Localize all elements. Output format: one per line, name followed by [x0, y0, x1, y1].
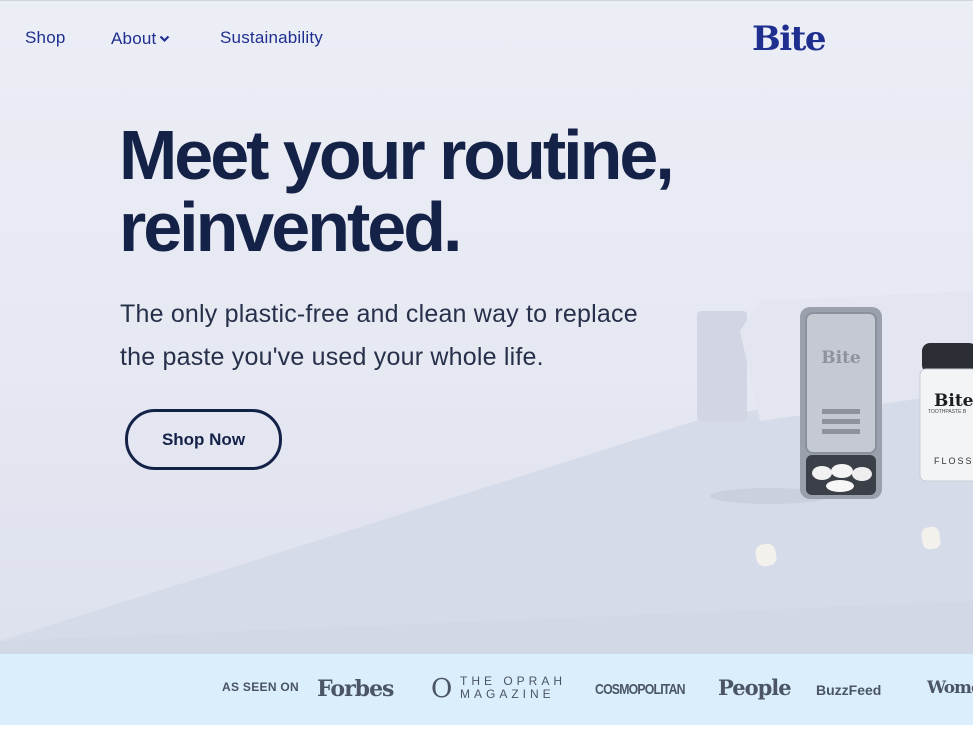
oprah-line1: THE OPRAH [460, 674, 567, 688]
product-image: Bite Bite TOOTHPASTE B FLOSS [710, 307, 973, 567]
forbes-logo: Forbes [317, 676, 394, 702]
hero-section: Shop About Sustainability Bite Meet your… [0, 0, 973, 654]
floss-jar: Bite TOOTHPASTE B FLOSS [919, 343, 973, 482]
hero-subheading: The only plastic-free and clean way to r… [120, 293, 700, 379]
shop-now-button[interactable]: Shop Now [125, 409, 282, 470]
press-bar: AS SEEN ON Forbes O THE OPRAH MAGAZINE CO… [0, 653, 973, 726]
womens-health-logo: Women's [927, 678, 973, 698]
hero-subheading-line2: the paste you've used your whole life. [120, 343, 544, 371]
oprah-line2: MAGAZINE [460, 687, 555, 701]
hero-subheading-line1: The only plastic-free and clean way to r… [120, 300, 638, 328]
floss-brand-text: Bite [934, 391, 973, 411]
floss-label-text: FLOSS [934, 456, 973, 466]
nav-sustainability-link[interactable]: Sustainability [220, 28, 323, 48]
cosmopolitan-logo: COSMOPOLITAN [595, 681, 686, 698]
buzzfeed-logo: BuzzFeed [816, 682, 882, 698]
hero-headline-line2: reinvented. [119, 188, 462, 266]
hero-headline: Meet your routine, reinvented. [119, 119, 759, 263]
chevron-down-icon [159, 28, 170, 48]
tin-brand-text: Bite [821, 348, 861, 368]
nav-shop-link[interactable]: Shop [25, 28, 66, 48]
nav-about-link[interactable]: About [111, 28, 170, 49]
oprah-magazine-logo: THE OPRAH MAGAZINE [460, 675, 570, 701]
oprah-o-logo: O [431, 674, 453, 704]
bite-logo[interactable]: Bite [752, 19, 827, 59]
hero-headline-line1: Meet your routine, [119, 116, 675, 194]
floss-sub-text: TOOTHPASTE B [928, 409, 967, 415]
top-navigation: Shop About Sustainability Bite [0, 1, 973, 77]
people-logo: People [718, 675, 792, 700]
nav-about-label: About [111, 29, 157, 48]
as-seen-on-label: AS SEEN ON [222, 680, 300, 694]
bottom-strip [0, 725, 973, 730]
toothpaste-tin: Bite [800, 307, 882, 499]
